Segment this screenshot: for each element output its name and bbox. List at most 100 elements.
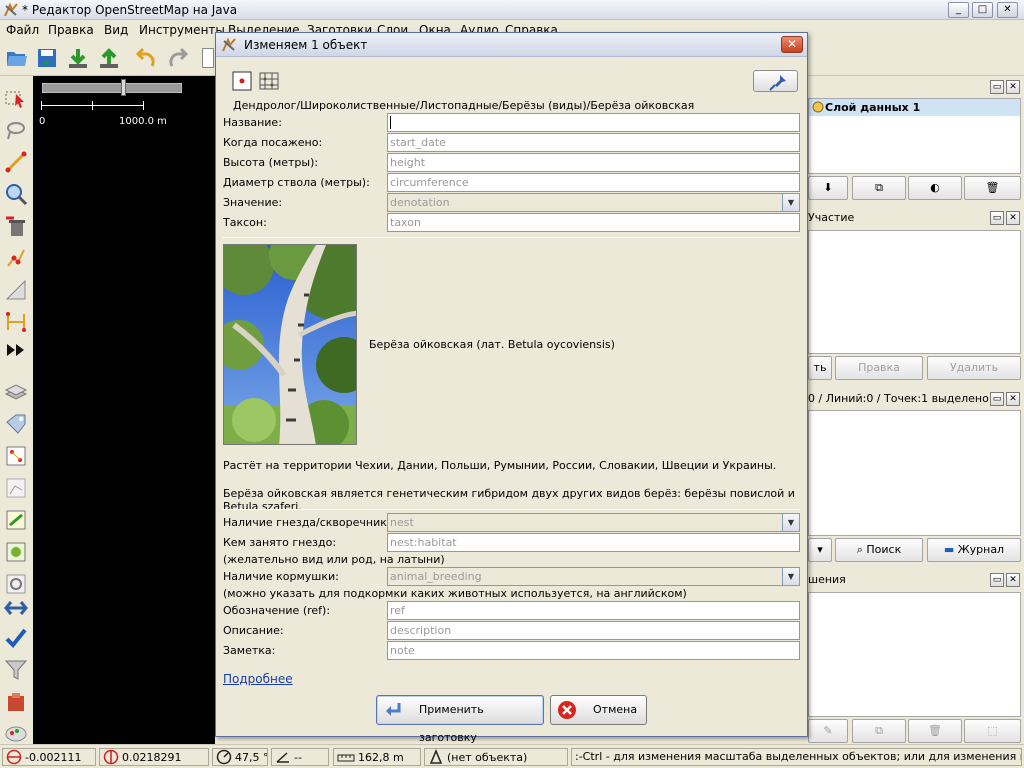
membership-edit-button[interactable]: Правка xyxy=(835,356,923,380)
plugin-icon[interactable] xyxy=(4,690,28,714)
select-tool-icon[interactable] xyxy=(4,86,28,110)
search-button[interactable]: ⌕ Поиск xyxy=(835,538,923,562)
apply-arrow-icon xyxy=(386,703,401,716)
chevron-down-icon[interactable]: ▼ xyxy=(782,568,799,585)
birch-photo-image xyxy=(224,245,356,444)
relation-delete-button[interactable]: 🗑 xyxy=(908,719,962,743)
scale-end-label: 1000.0 m xyxy=(119,116,167,127)
extrude-tool-icon[interactable] xyxy=(4,310,28,334)
panel-close-button[interactable]: ✕ xyxy=(1006,80,1020,94)
undo-icon[interactable] xyxy=(134,46,158,70)
lasso-tool-icon[interactable] xyxy=(4,118,28,142)
open-file-icon[interactable] xyxy=(5,46,29,70)
selection-title: 0 / Линий:0 / Точек:1 выделено xyxy=(808,392,989,405)
maximize-button[interactable]: □ xyxy=(972,2,993,18)
dialog-close-button[interactable]: ✕ xyxy=(781,36,803,53)
filter-icon[interactable] xyxy=(4,658,28,682)
delete-tool-icon[interactable] xyxy=(4,214,28,238)
field-label-ref: Обозначение (ref): xyxy=(223,604,331,617)
more-tools-icon[interactable] xyxy=(4,338,28,362)
relations-list-icon[interactable] xyxy=(4,476,28,500)
layer-move-down-button[interactable]: ⬇ xyxy=(808,176,848,200)
minimize-button[interactable]: _ xyxy=(948,2,969,18)
cancel-button[interactable]: Отмена xyxy=(550,695,647,725)
zoom-slider[interactable] xyxy=(42,83,182,93)
ref-input[interactable]: ref xyxy=(387,601,800,620)
redo-icon[interactable] xyxy=(166,46,190,70)
start-date-input[interactable]: start_date xyxy=(387,133,800,152)
panel-detach-button[interactable]: ▭ xyxy=(990,392,1004,406)
note-input[interactable]: note xyxy=(387,641,800,660)
josm-app-icon xyxy=(4,2,18,17)
field-label-description: Описание: xyxy=(223,624,284,637)
window-titlebar: * Редактор OpenStreetMap на Java _ □ ✕ xyxy=(0,0,1024,20)
chevron-down-icon[interactable]: ▼ xyxy=(782,514,799,531)
panel-close-button[interactable]: ✕ xyxy=(1006,573,1020,587)
more-info-link[interactable]: Подробнее xyxy=(223,672,293,686)
selection-dropdown-button[interactable]: ▾ xyxy=(808,538,832,562)
layer-merge-button[interactable]: ⧉ xyxy=(852,176,906,200)
field-label-name: Название: xyxy=(223,116,282,129)
nest-combo[interactable]: nest ▼ xyxy=(387,513,800,532)
denotation-combo[interactable]: denotation ▼ xyxy=(387,193,800,212)
layer-row-selected[interactable]: Слой данных 1 xyxy=(809,99,1020,116)
josm-dialog-icon xyxy=(222,37,236,52)
panel-detach-button[interactable]: ▭ xyxy=(990,211,1004,225)
photo-caption: Берёза ойковская (лат. Betula oycoviensi… xyxy=(369,338,615,351)
relation-duplicate-button[interactable]: ⧉ xyxy=(852,719,906,743)
description-input[interactable]: description xyxy=(387,621,800,640)
layer-delete-button[interactable]: 🗑 xyxy=(964,176,1021,200)
toolbar-overflow[interactable] xyxy=(202,48,214,68)
layer-visibility-button[interactable]: ◐ xyxy=(908,176,962,200)
upload-icon[interactable] xyxy=(97,46,121,70)
close-window-button[interactable]: ✕ xyxy=(997,2,1018,18)
download-icon[interactable] xyxy=(66,46,90,70)
description-text-1: Растёт на территории Чехии, Дании, Польш… xyxy=(223,459,777,472)
menu-file[interactable]: Файл xyxy=(6,23,39,37)
zoom-slider-thumb[interactable] xyxy=(121,79,126,96)
relation-select-button[interactable]: ⬚ xyxy=(964,719,1021,743)
nest-hint: (желательно вид или род, на латыни) xyxy=(223,553,445,566)
conflict-icon[interactable] xyxy=(4,572,28,596)
pin-preset-button[interactable] xyxy=(753,70,798,92)
layers-toggle-icon[interactable] xyxy=(4,380,28,404)
chevron-down-icon[interactable]: ▼ xyxy=(782,194,799,211)
palette-icon[interactable] xyxy=(4,720,28,744)
nest-habitat-input[interactable]: nest:habitat xyxy=(387,533,800,552)
compass-icon xyxy=(216,749,232,765)
merge-icon[interactable] xyxy=(4,596,28,620)
draw-tool-icon[interactable] xyxy=(4,150,28,174)
history-icon[interactable] xyxy=(4,508,28,532)
name-input[interactable] xyxy=(387,113,800,132)
improve-way-tool-icon[interactable] xyxy=(4,246,28,270)
journal-button[interactable]: ▬ Журнал xyxy=(927,538,1021,562)
field-label-start-date: Когда посажено: xyxy=(223,136,323,149)
zoom-tool-icon[interactable] xyxy=(4,182,28,206)
menu-view[interactable]: Вид xyxy=(104,23,128,37)
taxon-input[interactable]: taxon xyxy=(387,213,800,232)
membership-add-button[interactable]: ть xyxy=(808,356,832,380)
checkmark-icon[interactable] xyxy=(4,626,28,650)
apply-preset-button[interactable]: Применить заготовку xyxy=(376,695,544,744)
window-title: * Редактор OpenStreetMap на Java xyxy=(22,3,238,17)
selection-list-icon[interactable] xyxy=(4,444,28,468)
tags-toggle-icon[interactable] xyxy=(4,412,28,436)
menu-edit[interactable]: Правка xyxy=(48,23,94,37)
menu-tools[interactable]: Инструменты xyxy=(139,23,225,37)
panel-detach-button[interactable]: ▭ xyxy=(990,573,1004,587)
edit-object-dialog: Изменяем 1 объект ✕ Дендролог/Широколист… xyxy=(215,32,808,744)
relation-edit-button[interactable]: ✎ xyxy=(808,719,848,743)
preset-path: Дендролог/Широколиственные/Листопадные/Б… xyxy=(233,99,695,112)
panel-close-button[interactable]: ✕ xyxy=(1006,392,1020,406)
circumference-input[interactable]: circumference xyxy=(387,173,800,192)
save-icon[interactable] xyxy=(35,46,59,70)
membership-delete-button[interactable]: Удалить xyxy=(927,356,1021,380)
validator-icon[interactable] xyxy=(4,540,28,564)
cancel-label: Отмена xyxy=(593,703,638,716)
panel-close-button[interactable]: ✕ xyxy=(1006,211,1020,225)
map-view[interactable]: 0 1000.0 m xyxy=(33,76,215,744)
feeder-combo[interactable]: animal_breeding ▼ xyxy=(387,567,800,586)
height-input[interactable]: height xyxy=(387,153,800,172)
panel-detach-button[interactable]: ▭ xyxy=(990,80,1004,94)
parallel-tool-icon[interactable] xyxy=(4,278,28,302)
